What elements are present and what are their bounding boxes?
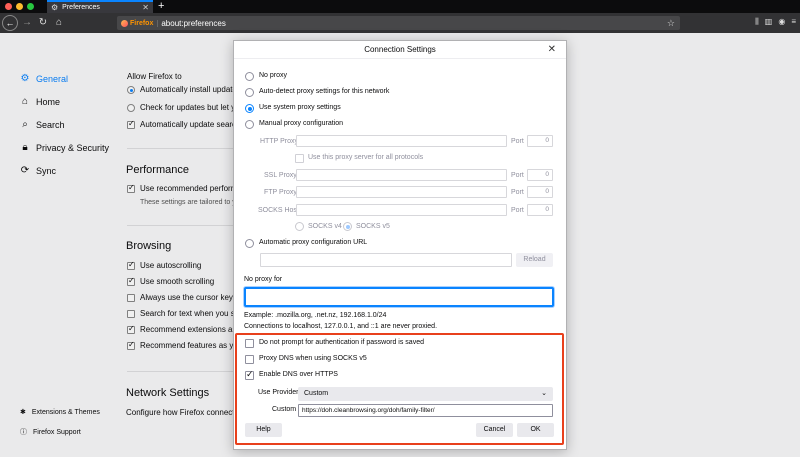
close-icon[interactable]: ✕ xyxy=(548,44,556,55)
enable-doh-label: Enable DNS over HTTPS xyxy=(259,371,338,378)
firefox-logo-icon xyxy=(121,19,128,27)
no-auth-prompt-checkbox[interactable] xyxy=(245,339,254,348)
url-text: about:preferences xyxy=(161,18,226,28)
no-proxy-label: No proxy xyxy=(259,72,288,79)
localhost-note: Connections to localhost, 127.0.0.1, and… xyxy=(244,323,438,330)
manual-proxy-label: Manual proxy configuration xyxy=(259,120,344,127)
chevron-down-icon: ⌄ xyxy=(541,390,547,397)
home-button[interactable]: ⌂ xyxy=(52,17,66,28)
gear-icon: ⚙ xyxy=(51,3,59,12)
auto-detect-label: Auto-detect proxy settings for this netw… xyxy=(259,88,390,95)
manual-proxy-radio[interactable] xyxy=(245,120,254,129)
no-proxy-for-label: No proxy for xyxy=(244,276,283,283)
library-icon[interactable]: ⫼ xyxy=(755,17,759,27)
no-proxy-example: Example: .mozilla.org, .net.nz, 192.168.… xyxy=(244,312,387,319)
socks-v4-radio[interactable] xyxy=(295,222,304,231)
custom-doh-input[interactable]: https://doh.cleanbrowsing.org/doh/family… xyxy=(298,404,553,417)
forward-button[interactable]: → xyxy=(20,17,34,28)
custom-label: Custom xyxy=(272,406,297,413)
navigation-bar: ← → ↻ ⌂ Firefox about:preferences ☆ ⫼ ▥ … xyxy=(0,13,800,33)
use-for-all-checkbox[interactable] xyxy=(295,154,304,163)
system-proxy-radio[interactable] xyxy=(245,104,254,113)
system-proxy-label: Use system proxy settings xyxy=(259,104,341,111)
identity-badge-label: Firefox xyxy=(130,19,154,27)
tab-title: Preferences xyxy=(62,4,100,11)
window-titlebar: ⚙ Preferences ✕ + xyxy=(0,0,800,13)
back-button[interactable]: ← xyxy=(2,15,18,31)
connection-settings-dialog: Connection Settings ✕ No proxy Auto-dete… xyxy=(233,40,567,450)
bookmark-star-icon[interactable]: ☆ xyxy=(667,18,675,29)
dialog-title: Connection Settings xyxy=(234,41,566,59)
socks-port-label: Port xyxy=(511,207,524,214)
ssl-proxy-input[interactable] xyxy=(296,169,507,181)
http-port-label: Port xyxy=(511,138,524,145)
help-button[interactable]: Help xyxy=(245,423,282,437)
identity-badge[interactable]: Firefox xyxy=(121,19,159,27)
socks-v5-label: SOCKS v5 xyxy=(356,223,390,230)
socks-v4-label: SOCKS v4 xyxy=(308,223,342,230)
no-proxy-radio[interactable] xyxy=(245,72,254,81)
provider-select[interactable]: Custom ⌄ xyxy=(298,387,553,401)
arrow-left-icon: ← xyxy=(5,18,15,28)
ftp-port-label: Port xyxy=(511,189,524,196)
socks-host-label: SOCKS Host xyxy=(258,207,299,214)
socks-port-input[interactable]: 0 xyxy=(527,204,553,216)
no-auth-prompt-label: Do not prompt for authentication if pass… xyxy=(259,339,424,346)
url-bar[interactable]: Firefox about:preferences ☆ xyxy=(117,16,680,30)
enable-doh-checkbox[interactable] xyxy=(245,369,254,380)
ssl-proxy-label: SSL Proxy xyxy=(264,172,297,179)
auto-config-url-input[interactable] xyxy=(260,253,512,267)
reload-button[interactable]: Reload xyxy=(516,253,553,267)
ftp-proxy-input[interactable] xyxy=(296,186,507,198)
ftp-proxy-label: FTP Proxy xyxy=(264,189,297,196)
no-proxy-for-input[interactable] xyxy=(244,287,554,307)
new-tab-button[interactable]: + xyxy=(158,0,164,12)
socks-v5-radio[interactable] xyxy=(343,222,352,231)
http-proxy-label: HTTP Proxy xyxy=(260,138,298,145)
auto-config-url-radio[interactable] xyxy=(245,239,254,248)
ssl-port-label: Port xyxy=(511,172,524,179)
zoom-window-button[interactable] xyxy=(27,3,34,10)
ok-button[interactable]: OK xyxy=(517,423,554,437)
ftp-port-input[interactable]: 0 xyxy=(527,186,553,198)
provider-select-value: Custom xyxy=(304,390,329,397)
sidebar-icon[interactable]: ▥ xyxy=(765,17,773,27)
use-provider-label: Use Provider xyxy=(258,389,299,396)
toolbar-right: ⫼ ▥ ◉ ≡ xyxy=(755,17,796,27)
menu-icon[interactable]: ≡ xyxy=(791,17,796,27)
http-proxy-input[interactable] xyxy=(296,135,507,147)
cancel-button[interactable]: Cancel xyxy=(476,423,513,437)
ssl-port-input[interactable]: 0 xyxy=(527,169,553,181)
proxy-dns-label: Proxy DNS when using SOCKS v5 xyxy=(259,355,367,362)
socks-host-input[interactable] xyxy=(296,204,507,216)
http-port-input[interactable]: 0 xyxy=(527,135,553,147)
account-icon[interactable]: ◉ xyxy=(778,17,785,27)
minimize-window-button[interactable] xyxy=(16,3,23,10)
close-window-button[interactable] xyxy=(5,3,12,10)
proxy-dns-checkbox[interactable] xyxy=(245,355,254,364)
reload-button[interactable]: ↻ xyxy=(36,17,50,28)
use-for-all-label: Use this proxy server for all protocols xyxy=(308,154,424,161)
tab-preferences[interactable]: ⚙ Preferences ✕ xyxy=(47,0,153,13)
close-tab-icon[interactable]: ✕ xyxy=(142,3,149,12)
auto-detect-radio[interactable] xyxy=(245,88,254,97)
auto-config-url-label: Automatic proxy configuration URL xyxy=(259,239,368,246)
